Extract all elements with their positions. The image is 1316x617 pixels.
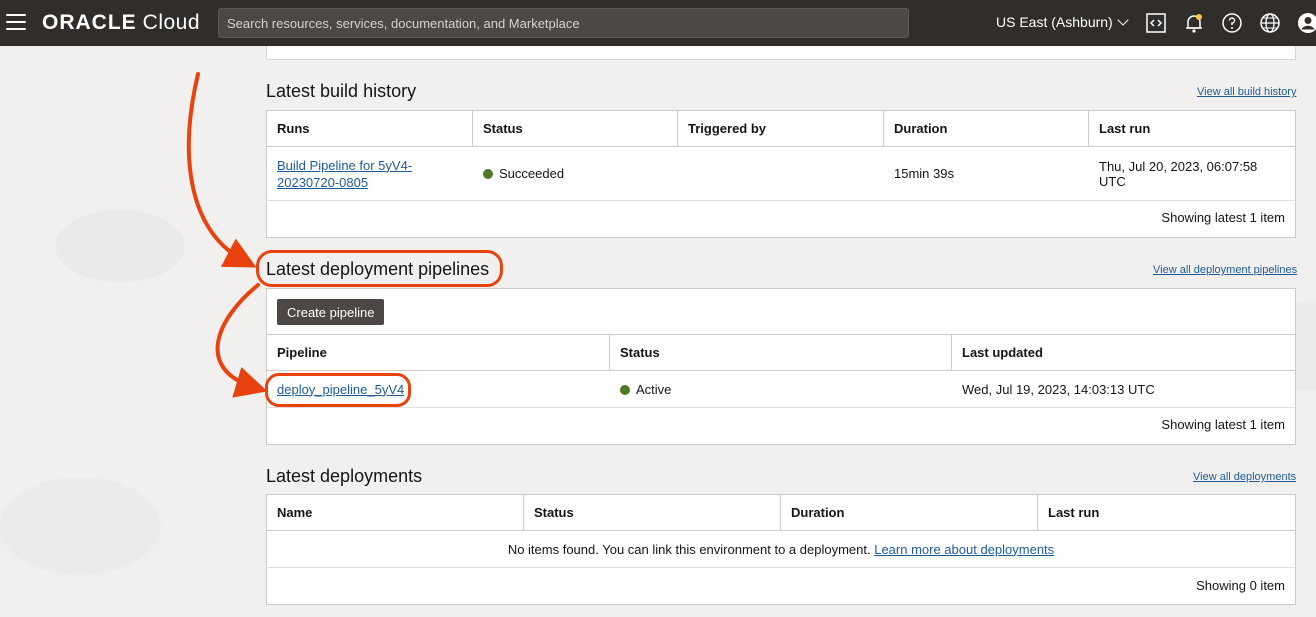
build-history-table: Runs Status Triggered by Duration Last r… <box>266 110 1296 238</box>
table-row: Build Pipeline for 5yV4-20230720-0805 Su… <box>267 147 1295 201</box>
logo-product: Cloud <box>142 11 201 34</box>
status-active-icon <box>620 384 630 395</box>
table-footer: Showing latest 1 item <box>1161 210 1285 225</box>
region-selector[interactable]: US East (Ashburn) <box>996 14 1129 30</box>
deployments-table: Name Status Duration Last run No items f… <box>266 494 1296 605</box>
deployments-title: Latest deployments <box>266 466 423 486</box>
search-input[interactable] <box>218 8 909 38</box>
table-header: Pipeline Status Last updated <box>267 335 1295 371</box>
status-cell: Succeeded <box>473 166 678 181</box>
region-label: US East (Ashburn) <box>996 14 1113 30</box>
status-text: Active <box>636 381 672 397</box>
duration-cell: 15min 39s <box>894 166 954 181</box>
view-all-deployments-link[interactable]: View all deployments <box>1193 471 1296 483</box>
logo-brand: ORACLE <box>42 11 137 34</box>
help-icon[interactable] <box>1221 12 1243 34</box>
build-run-link[interactable]: Build Pipeline for 5yV4-20230720-0805 <box>277 157 427 191</box>
status-text: Succeeded <box>499 166 565 181</box>
column-header[interactable]: Last run <box>1089 111 1295 146</box>
run-cell: Build Pipeline for 5yV4-20230720-0805 <box>267 157 473 191</box>
table-header: Runs Status Triggered by Duration Last r… <box>267 111 1295 147</box>
table-row: deploy_pipeline_5yV4 Active Wed, Jul 19,… <box>267 371 1295 408</box>
bell-icon[interactable] <box>1183 12 1205 34</box>
empty-text: No items found. You can link this enviro… <box>507 541 871 557</box>
oracle-cloud-logo[interactable]: ORACLE Cloud <box>42 11 200 35</box>
column-header[interactable]: Duration <box>781 495 1038 530</box>
annotation-highlight-pipeline <box>265 373 411 407</box>
column-header[interactable]: Name <box>267 495 524 530</box>
table-footer: Showing 0 item <box>1196 578 1285 593</box>
view-all-build-history-link[interactable]: View all build history <box>1197 86 1296 98</box>
empty-message: No items found. You can link this enviro… <box>498 542 1064 557</box>
empty-row: No items found. You can link this enviro… <box>267 531 1295 568</box>
status-cell: Active <box>610 382 952 397</box>
chevron-down-icon <box>1117 14 1129 26</box>
table-header: Name Status Duration Last run <box>267 495 1295 531</box>
user-icon[interactable] <box>1297 12 1316 34</box>
column-header[interactable]: Status <box>473 111 678 146</box>
learn-more-deployments-link[interactable]: Learn more about deployments <box>874 542 1054 557</box>
column-header[interactable]: Status <box>610 335 952 370</box>
column-header[interactable]: Last run <box>1038 495 1295 530</box>
globe-icon[interactable] <box>1259 12 1281 34</box>
create-pipeline-button[interactable]: Create pipeline <box>277 299 385 325</box>
code-editor-icon[interactable] <box>1145 12 1167 34</box>
column-header[interactable]: Last updated <box>952 335 1295 370</box>
column-header[interactable]: Triggered by <box>678 111 884 146</box>
deployment-pipelines-table: Create pipeline Pipeline Status Last upd… <box>266 288 1296 445</box>
column-header[interactable]: Runs <box>267 111 473 146</box>
table-toolbar: Create pipeline <box>267 289 1295 335</box>
status-success-icon <box>483 169 493 179</box>
previous-section-bottom <box>266 46 1296 60</box>
build-history-title: Latest build history <box>266 81 417 101</box>
table-footer: Showing latest 1 item <box>1161 417 1285 432</box>
column-header[interactable]: Pipeline <box>267 335 610 370</box>
menu-icon[interactable] <box>6 14 26 30</box>
last-run-cell: Thu, Jul 20, 2023, 06:07:58 UTC <box>1099 158 1258 189</box>
top-navigation-bar: ORACLE Cloud US East (Ashburn) <box>0 0 1316 46</box>
column-header[interactable]: Duration <box>884 111 1089 146</box>
column-header[interactable]: Status <box>524 495 781 530</box>
annotation-highlight-section <box>256 250 503 287</box>
last-updated-cell: Wed, Jul 19, 2023, 14:03:13 UTC <box>962 381 1155 397</box>
view-all-deployment-pipelines-link[interactable]: View all deployment pipelines <box>1153 264 1297 276</box>
